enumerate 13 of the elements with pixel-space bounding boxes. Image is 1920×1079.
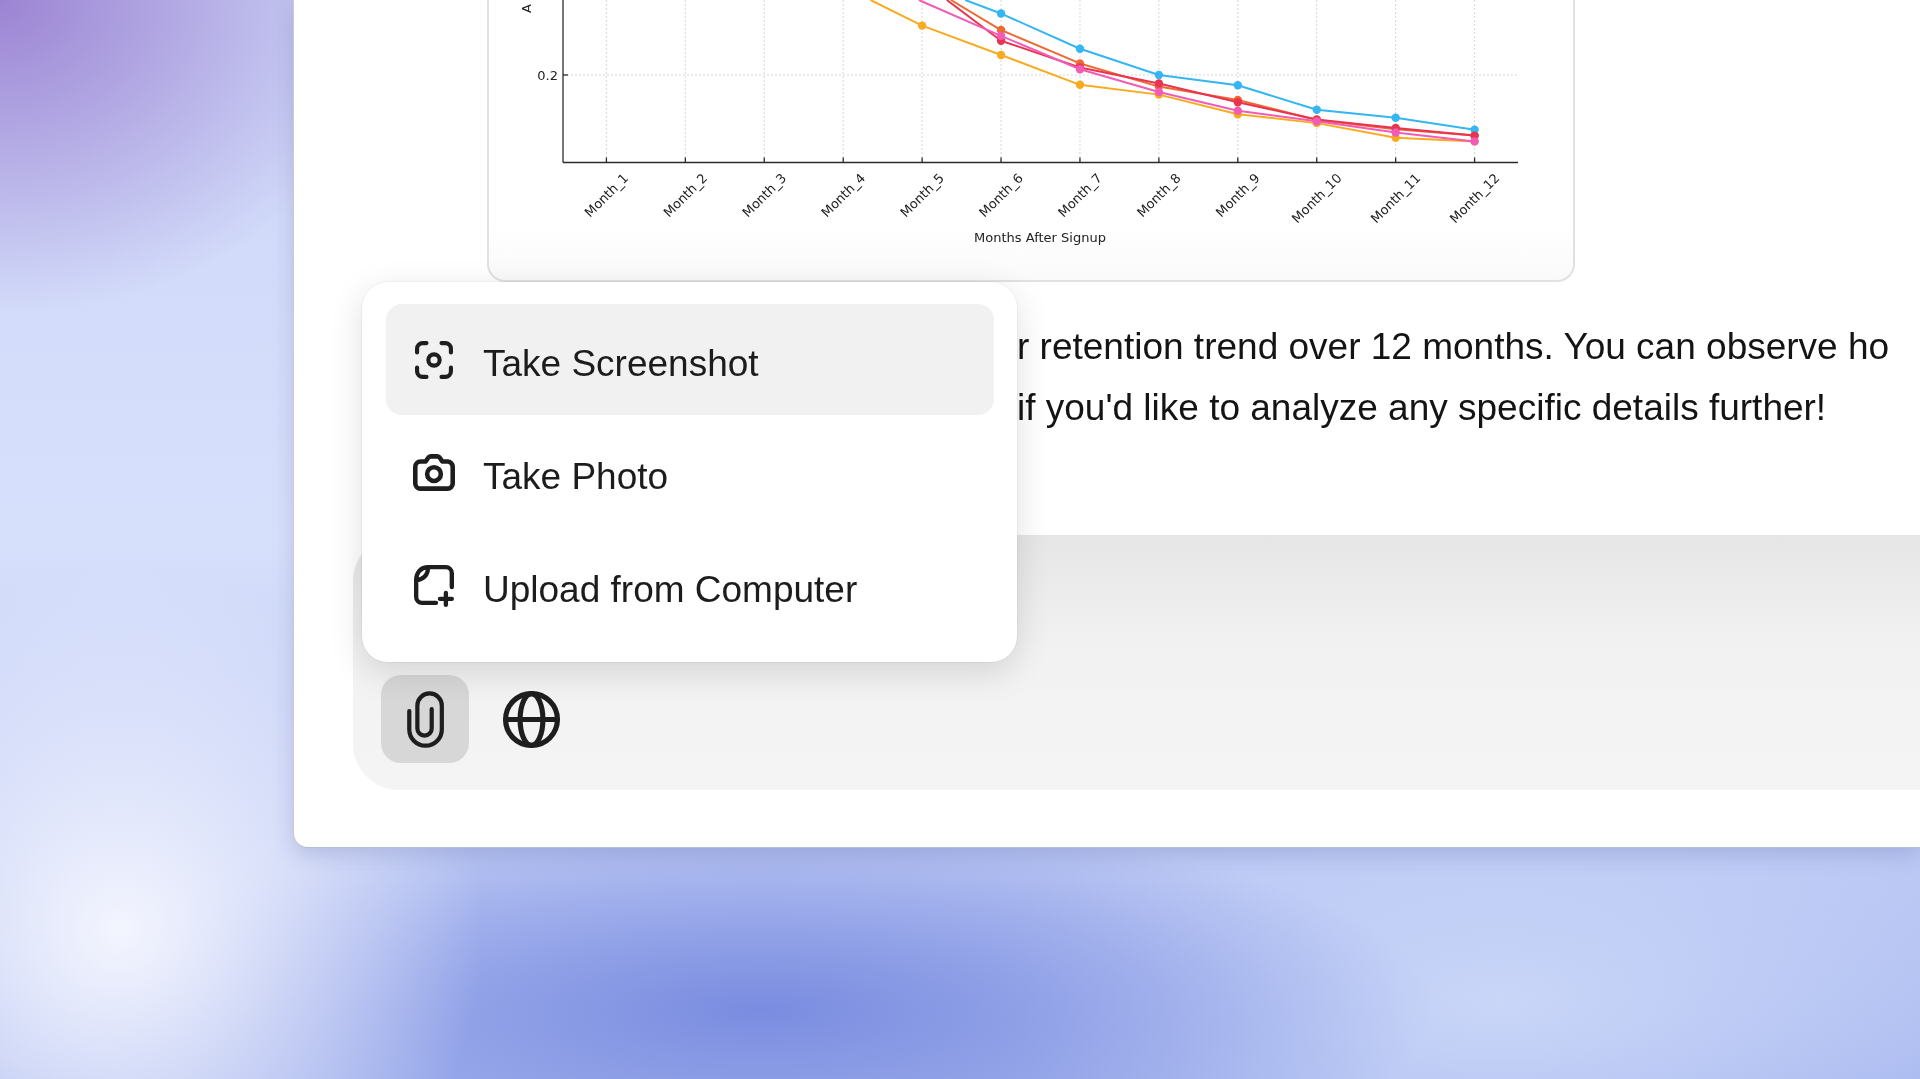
x-axis-title: Months After Signup (974, 230, 1106, 245)
camera-icon (413, 454, 455, 491)
menu-item[interactable]: Take Screenshot (386, 304, 994, 415)
menu-item[interactable]: Upload from Computer (386, 530, 994, 641)
message-text: r retention trend over 12 months. You can observe ho if you'd like to analyze any specific details further! (1017, 324, 1890, 430)
screenshot-icon (415, 340, 453, 379)
attach-button[interactable] (381, 675, 469, 763)
file-plus-icon (414, 564, 454, 607)
paperclip-icon (405, 690, 445, 748)
y-axis-title: A (519, 4, 534, 13)
menu-item[interactable]: Take Photo (386, 417, 994, 528)
globe-icon (502, 690, 560, 748)
y-tick-label: 0.2 (537, 67, 558, 83)
